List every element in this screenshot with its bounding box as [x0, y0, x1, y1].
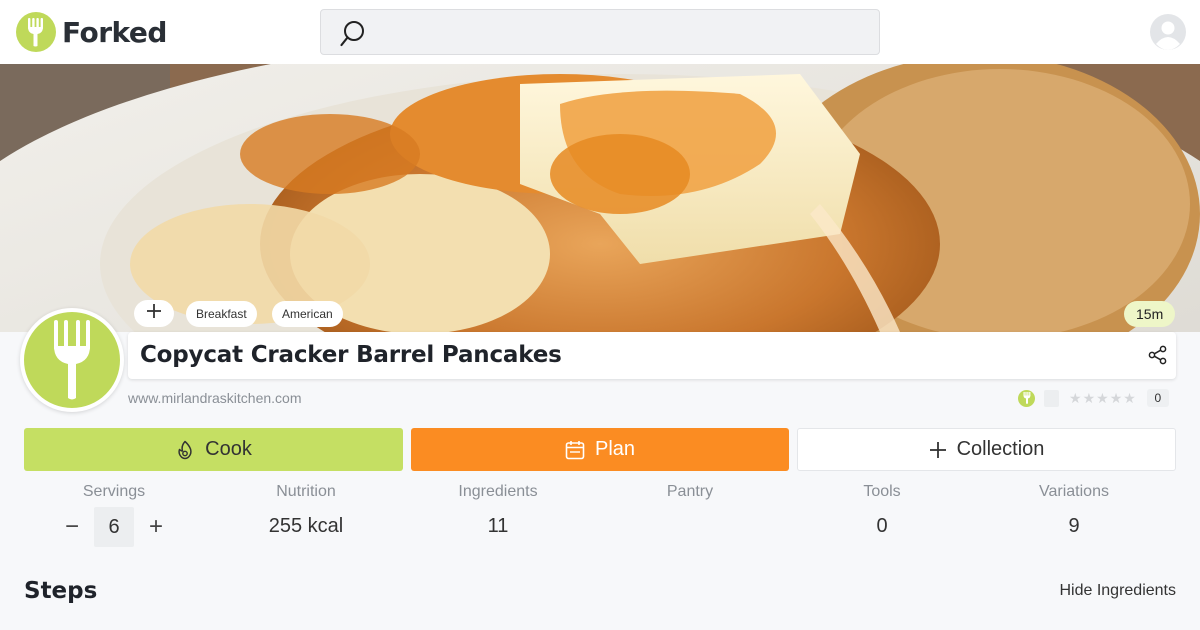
star-icon[interactable]: ★ [1083, 390, 1096, 407]
share-icon[interactable] [1148, 345, 1168, 370]
stat-ingredients[interactable]: Ingredients 11 [408, 482, 588, 537]
ingredients-value: 11 [487, 515, 509, 537]
plan-button[interactable]: Plan [411, 428, 789, 471]
search-icon [339, 20, 367, 53]
servings-stepper: − 6 + [52, 507, 176, 547]
user-avatar-icon[interactable] [1150, 14, 1186, 50]
star-icon[interactable]: ★ [1123, 390, 1136, 407]
nutrition-label: Nutrition [276, 483, 336, 500]
stat-variations[interactable]: Variations 9 [984, 482, 1164, 537]
rating-count: 0 [1146, 389, 1169, 407]
hero-image [0, 64, 1200, 332]
source-link[interactable]: www.mirlandraskitchen.com [128, 390, 302, 406]
steps-heading: Steps [24, 578, 98, 604]
logo[interactable]: Forked [16, 12, 167, 52]
star-icon[interactable]: ★ [1110, 390, 1123, 407]
flame-icon [175, 440, 195, 460]
stat-tools[interactable]: Tools 0 [792, 482, 972, 537]
calendar-icon [565, 440, 585, 460]
stat-nutrition[interactable]: Nutrition 255 kcal [216, 482, 396, 537]
star-icon[interactable]: ★ [1096, 390, 1109, 407]
plus-icon [929, 441, 947, 459]
servings-value[interactable]: 6 [94, 507, 134, 547]
servings-label: Servings [82, 483, 146, 500]
ingredients-label: Ingredients [458, 483, 538, 500]
decrease-servings-button[interactable]: − [58, 513, 86, 541]
collection-label: Collection [956, 438, 1045, 460]
plus-icon [146, 303, 162, 324]
cook-label: Cook [205, 438, 252, 460]
recipe-title: Copycat Cracker Barrel Pancakes [140, 342, 562, 368]
pantry-label: Pantry [666, 483, 714, 500]
star-icon[interactable]: ★ [1069, 390, 1082, 407]
tag-american[interactable]: American [272, 301, 343, 327]
recipe-fork-icon [20, 308, 124, 412]
rating-section: ★ ★ ★ ★ ★ 0 [1018, 389, 1169, 407]
tools-label: Tools [863, 483, 901, 500]
search-input[interactable] [381, 10, 869, 54]
time-badge: 15m [1124, 301, 1176, 327]
stat-pantry[interactable]: Pantry [600, 482, 780, 502]
recipe-title-bar: Copycat Cracker Barrel Pancakes [128, 332, 1176, 379]
tag-breakfast[interactable]: Breakfast [186, 301, 257, 327]
increase-servings-button[interactable]: + [142, 513, 170, 541]
add-collection-button[interactable]: Collection [797, 428, 1176, 471]
logo-text: Forked [62, 15, 167, 49]
rating-placeholder [1044, 389, 1059, 407]
cook-button[interactable]: Cook [24, 428, 403, 471]
search-bar[interactable] [320, 9, 880, 55]
hide-ingredients-button[interactable]: Hide Ingredients [1059, 582, 1176, 600]
fork-icon [16, 12, 56, 52]
top-header: Forked [0, 0, 1200, 64]
tools-value: 0 [876, 515, 888, 537]
plan-label: Plan [594, 438, 636, 460]
variations-label: Variations [1039, 483, 1109, 500]
stat-servings: Servings [24, 482, 204, 502]
variations-value: 9 [1068, 515, 1080, 537]
star-rating[interactable]: ★ ★ ★ ★ ★ [1069, 390, 1137, 407]
chef-badge-icon [1018, 389, 1035, 407]
add-tag-button[interactable] [134, 300, 174, 327]
nutrition-value: 255 kcal [268, 515, 344, 537]
